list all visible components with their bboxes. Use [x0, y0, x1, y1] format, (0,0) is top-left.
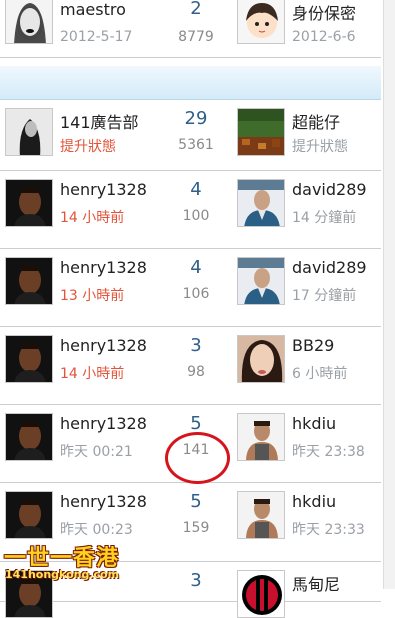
last-post-date: 14 分鐘前	[292, 210, 357, 226]
watermark-url: 141hongkong.com	[5, 568, 120, 581]
thread-row[interactable]: 141廣告部提升狀態 29 5361 超能仔提升狀態	[0, 100, 381, 171]
author-avatar[interactable]	[5, 335, 53, 383]
author-name[interactable]: henry1328	[60, 258, 147, 277]
last-poster-avatar[interactable]	[237, 179, 285, 227]
pixel-scene-icon	[238, 109, 284, 155]
thread-list: maestro 2012-5-17 2 8779 身份保密 2012-6-6 141廣告部提…	[0, 0, 395, 618]
portrait-man-dark-icon	[6, 414, 52, 460]
last-poster-name[interactable]: hkdiu	[292, 414, 336, 433]
author-date: 昨天 00:21	[60, 444, 133, 460]
last-poster-name[interactable]: david289	[292, 180, 367, 199]
author-avatar[interactable]	[5, 0, 53, 44]
thread-row[interactable]: henry1328 14 小時前 3 98 BB29 6 小時前	[0, 327, 381, 405]
author-avatar[interactable]	[5, 257, 53, 305]
portrait-bw-icon	[6, 109, 52, 155]
last-poster-name[interactable]: 馬甸尼	[292, 571, 340, 595]
portrait-man-suit-icon	[238, 180, 284, 226]
cartoon-girl-icon	[238, 0, 284, 43]
last-poster-name[interactable]: david289	[292, 258, 367, 277]
view-count: 8779	[178, 29, 214, 45]
author-name[interactable]: henry1328	[60, 492, 147, 511]
author-date: 昨天 00:23	[60, 522, 133, 538]
scrollbar[interactable]	[383, 0, 395, 589]
last-poster-avatar[interactable]	[237, 491, 285, 539]
reply-count: 3	[190, 335, 202, 356]
last-poster-name[interactable]: 超能仔	[292, 109, 340, 133]
author-name[interactable]: 141廣告部	[60, 109, 139, 133]
author-date: 提升狀態	[60, 139, 116, 155]
last-poster-avatar[interactable]	[237, 413, 285, 461]
portrait-woman-icon	[6, 0, 52, 43]
author-avatar[interactable]	[5, 108, 53, 156]
last-poster-avatar[interactable]	[237, 108, 285, 156]
thread-row[interactable]: henry1328 13 小時前 4 106 david289 17 分鐘前	[0, 249, 381, 327]
view-count: 98	[187, 364, 205, 380]
portrait-man-tank-icon	[238, 492, 284, 538]
portrait-man-suit-icon	[238, 258, 284, 304]
author-name[interactable]: henry1328	[60, 414, 147, 433]
author-name[interactable]: henry1328	[60, 336, 147, 355]
last-post-date: 提升狀態	[292, 139, 348, 155]
thread-row[interactable]: henry1328 14 小時前 4 100 david289 14 分鐘前	[0, 171, 381, 249]
author-name[interactable]: henry1328	[60, 180, 147, 199]
author-avatar[interactable]	[5, 179, 53, 227]
thread-row[interactable]: maestro 2012-5-17 2 8779 身份保密 2012-6-6	[0, 0, 381, 58]
reply-count: 4	[190, 179, 202, 200]
last-post-date: 2012-6-6	[292, 29, 356, 45]
last-poster-avatar[interactable]	[237, 0, 285, 44]
last-poster-name[interactable]: BB29	[292, 336, 334, 355]
ac-milan-crest-icon	[238, 571, 284, 617]
author-avatar[interactable]	[5, 413, 53, 461]
reply-count: 4	[190, 257, 202, 278]
last-poster-avatar[interactable]	[237, 257, 285, 305]
author-avatar[interactable]	[5, 491, 53, 539]
portrait-man-dark-icon	[6, 336, 52, 382]
section-separator	[0, 66, 381, 100]
author-date: 13 小時前	[60, 288, 125, 304]
last-post-date: 昨天 23:33	[292, 522, 365, 538]
last-post-date: 昨天 23:38	[292, 444, 365, 460]
last-post-date: 17 分鐘前	[292, 288, 357, 304]
reply-count: 5	[190, 413, 202, 434]
last-poster-name[interactable]: hkdiu	[292, 492, 336, 511]
view-count: 5361	[178, 137, 214, 153]
last-post-date: 6 小時前	[292, 366, 348, 382]
view-count: 100	[182, 208, 210, 224]
author-date: 14 小時前	[60, 366, 125, 382]
last-poster-avatar[interactable]	[237, 570, 285, 618]
portrait-woman-face-icon	[238, 336, 284, 382]
author-date: 2012-5-17	[60, 29, 133, 45]
author-name[interactable]: maestro	[60, 0, 126, 19]
portrait-man-dark-icon	[6, 258, 52, 304]
reply-count: 5	[190, 491, 202, 512]
highlight-circle	[165, 432, 230, 484]
reply-count: 2	[190, 0, 202, 19]
reply-count: 29	[184, 108, 208, 129]
view-count: 159	[182, 520, 210, 536]
last-poster-name[interactable]: 身份保密	[292, 0, 356, 24]
portrait-man-tank-icon	[238, 414, 284, 460]
last-poster-avatar[interactable]	[237, 335, 285, 383]
portrait-man-dark-icon	[6, 180, 52, 226]
watermark-logo: 一世一香港 141hongkong.com	[2, 540, 130, 586]
reply-count: 3	[190, 570, 202, 591]
portrait-man-dark-icon	[6, 492, 52, 538]
view-count: 106	[182, 286, 210, 302]
author-date: 14 小時前	[60, 210, 125, 226]
